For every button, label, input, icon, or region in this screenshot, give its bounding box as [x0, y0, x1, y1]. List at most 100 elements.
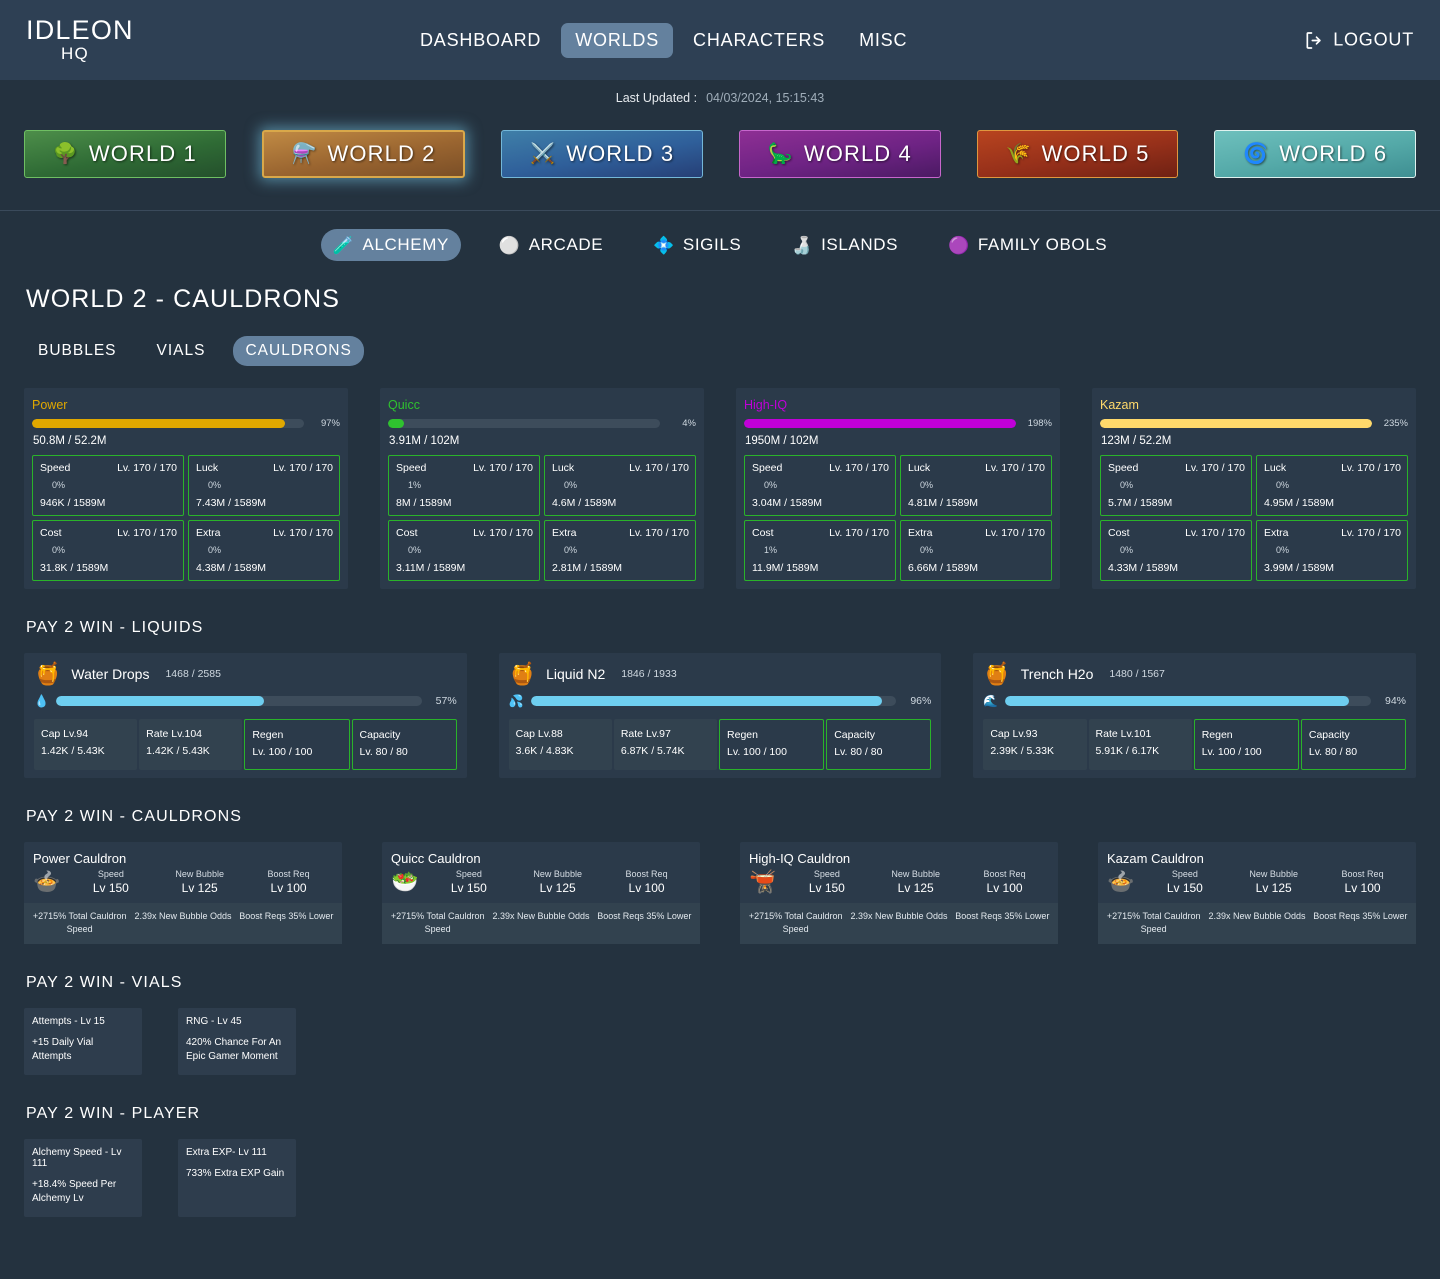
stat-box-luck[interactable]: Luck Lv. 170 / 170 0% 7.43M / 1589M — [188, 455, 340, 516]
liquid-card-liquid-n2[interactable]: 🍯 Liquid N2 1846 / 1933 💦 96% Cap Lv.88 … — [498, 653, 942, 778]
world-3-icon: ⚔️ — [530, 143, 557, 165]
stat-box-cost[interactable]: Cost Lv. 170 / 170 0% 3.11M / 1589M — [388, 520, 540, 581]
world-button-6[interactable]: 🌀 WORLD 6 — [1214, 130, 1417, 178]
liquid-stat-cap-lv-94[interactable]: Cap Lv.94 1.42K / 5.43K — [34, 719, 138, 770]
world-button-5[interactable]: 🌾 WORLD 5 — [976, 130, 1179, 178]
p2w-cauldron-card-kazam-cauldron[interactable]: Kazam Cauldron 🍲 Speed Lv 150 New Bubble… — [1098, 841, 1416, 944]
cauldron-card-quicc[interactable]: Quicc 4% 3.91M / 102M Speed Lv. 170 / 17… — [380, 388, 704, 589]
cauldron-stats: Speed Lv. 170 / 170 1% 8M / 1589M Luck L… — [388, 455, 696, 581]
liquid-stat-cap-lv-93[interactable]: Cap Lv.93 2.39K / 5.33K — [983, 719, 1087, 770]
cauldron-progress: 198% — [744, 418, 1052, 429]
p2w-cauldron-card-quicc-cauldron[interactable]: Quicc Cauldron 🥗 Speed Lv 150 New Bubble… — [382, 841, 700, 944]
liquid-stat-title: Rate Lv.97 — [620, 728, 671, 740]
liquid-stats: Cap Lv.88 3.6K / 4.83K Rate Lv.97 6.87K … — [508, 719, 932, 770]
nav-item-characters[interactable]: CHARACTERS — [679, 23, 839, 58]
stat-progress-percent: 0% — [1275, 480, 1289, 490]
brand-logo[interactable]: IDLEON HQ — [26, 16, 406, 63]
p2w-vial-card-1[interactable]: Attempts - Lv 15 +15 Daily Vial Attempts — [24, 1007, 142, 1075]
tab-vials[interactable]: VIALS — [145, 336, 218, 366]
cauldron-card-power[interactable]: Power 97% 50.8M / 52.2M Speed Lv. 170 / … — [24, 388, 348, 589]
stat-amount: 31.8K / 1589M — [40, 562, 109, 574]
p2w-cauldron-bonus: 2.39x New Bubble Odds — [1208, 910, 1306, 921]
cauldron-card-kazam[interactable]: Kazam 235% 123M / 52.2M Speed Lv. 170 / … — [1092, 388, 1416, 589]
stat-box-luck[interactable]: Luck Lv. 170 / 170 0% 4.6M / 1589M — [544, 455, 696, 516]
cauldron-pot-icon: 🍯 — [508, 661, 537, 686]
subnav-item-family-obols[interactable]: 🟣 FAMILY OBOLS — [936, 229, 1119, 261]
p2w-player-grid: Alchemy Speed - Lv 111 +18.4% Speed Per … — [0, 1138, 1440, 1217]
logout-label: LOGOUT — [1333, 29, 1414, 50]
tab-bubbles[interactable]: BUBBLES — [26, 336, 129, 366]
stat-box-luck[interactable]: Luck Lv. 170 / 170 0% 4.81M / 1589M — [900, 455, 1052, 516]
liquid-stat-rate-lv-104[interactable]: Rate Lv.104 1.42K / 5.43K — [139, 719, 243, 770]
tab-cauldrons[interactable]: CAULDRONS — [233, 336, 364, 366]
liquid-stat-capacity[interactable]: Capacity Lv. 80 / 80 — [826, 719, 932, 770]
stat-name: Extra — [196, 527, 221, 539]
p2w-vial-card-2[interactable]: RNG - Lv 45 420% Chance For An Epic Game… — [178, 1007, 296, 1075]
stat-box-cost[interactable]: Cost Lv. 170 / 170 0% 4.33M / 1589M — [1100, 520, 1252, 581]
world-button-3[interactable]: ⚔️ WORLD 3 — [501, 130, 704, 178]
cauldron-stats: Speed Lv. 170 / 170 0% 5.7M / 1589M Luck… — [1100, 455, 1408, 581]
p2w-cauldron-card-power-cauldron[interactable]: Power Cauldron 🍲 Speed Lv 150 New Bubble… — [24, 841, 342, 944]
liquid-stat-title: Cap Lv.93 — [990, 728, 1038, 740]
p2w-cauldron-col-key: Boost Req — [267, 868, 310, 879]
liquid-progress-track — [530, 696, 897, 706]
p2w-cauldron-col-key: Speed — [455, 868, 482, 879]
world-button-1[interactable]: 🌳 WORLD 1 — [24, 130, 226, 178]
subnav-item-arcade[interactable]: ⚪ ARCADE — [487, 229, 615, 261]
liquid-stat-rate-lv-101[interactable]: Rate Lv.101 5.91K / 6.17K — [1088, 719, 1192, 770]
liquid-card-water-drops[interactable]: 🍯 Water Drops 1468 / 2585 💧 57% Cap Lv.9… — [24, 653, 467, 778]
p2w-cauldron-col-value: Lv 100 — [270, 880, 307, 895]
stat-box-luck[interactable]: Luck Lv. 170 / 170 0% 4.95M / 1589M — [1256, 455, 1408, 516]
cauldron-card-high-iq[interactable]: High-IQ 198% 1950M / 102M Speed Lv. 170 … — [736, 388, 1060, 589]
stat-box-speed[interactable]: Speed Lv. 170 / 170 0% 946K / 1589M — [32, 455, 184, 516]
p2w-cauldron-card-high-iq-cauldron[interactable]: High-IQ Cauldron 🫕 Speed Lv 150 New Bubb… — [740, 841, 1058, 944]
stat-box-speed[interactable]: Speed Lv. 170 / 170 1% 8M / 1589M — [388, 455, 540, 516]
stat-level: Lv. 170 / 170 — [629, 527, 689, 539]
liquid-stat-rate-lv-97[interactable]: Rate Lv.97 6.87K / 5.74K — [613, 719, 718, 770]
world-5-label: WORLD 5 — [1041, 141, 1150, 166]
liquid-stat-regen[interactable]: Regen Lv. 100 / 100 — [1193, 719, 1299, 770]
liquid-stat-cap-lv-88[interactable]: Cap Lv.88 3.6K / 4.83K — [508, 719, 612, 770]
world-selector: 🌳 WORLD 1 ⚗️ WORLD 2 ⚔️ WORLD 3 🦕 WORLD … — [0, 116, 1440, 211]
stat-box-speed[interactable]: Speed Lv. 170 / 170 0% 3.04M / 1589M — [744, 455, 896, 516]
liquid-stat-capacity[interactable]: Capacity Lv. 80 / 80 — [351, 719, 457, 770]
stat-box-extra[interactable]: Extra Lv. 170 / 170 0% 4.38M / 1589M — [188, 520, 340, 581]
nav-item-misc[interactable]: MISC — [845, 23, 921, 58]
stat-box-extra[interactable]: Extra Lv. 170 / 170 0% 3.99M / 1589M — [1256, 520, 1408, 581]
p2w-player-card-2[interactable]: Extra EXP- Lv 111 733% Extra EXP Gain — [178, 1138, 296, 1217]
world-button-2[interactable]: ⚗️ WORLD 2 — [261, 130, 466, 178]
liquid-stat-capacity[interactable]: Capacity Lv. 80 / 80 — [1300, 719, 1407, 770]
subnav-item-alchemy[interactable]: 🧪 ALCHEMY — [320, 229, 461, 261]
brand-name: IDLEON — [26, 15, 134, 46]
cauldron-pot-icon: 🍲 — [1107, 868, 1135, 894]
p2w-player-title: Alchemy Speed - Lv 111 — [32, 1146, 122, 1169]
stat-box-cost[interactable]: Cost Lv. 170 / 170 0% 31.8K / 1589M — [32, 520, 184, 581]
nav-item-worlds[interactable]: WORLDS — [561, 22, 674, 58]
liquid-stat-regen[interactable]: Regen Lv. 100 / 100 — [244, 719, 350, 770]
liquid-name: Liquid N2 — [546, 666, 606, 682]
subnav-item-islands[interactable]: 🍶 ISLANDS — [779, 229, 910, 261]
logout-button[interactable]: LOGOUT — [1304, 30, 1414, 51]
subnav-label: SIGILS — [682, 235, 742, 254]
world-button-4[interactable]: 🦕 WORLD 4 — [739, 130, 941, 178]
stat-box-extra[interactable]: Extra Lv. 170 / 170 0% 2.81M / 1589M — [544, 520, 696, 581]
stat-box-cost[interactable]: Cost Lv. 170 / 170 1% 11.9M/ 1589M — [744, 520, 896, 581]
subnav-item-sigils[interactable]: 💠 SIGILS — [641, 229, 753, 261]
p2w-cauldron-col: Speed Lv 150 — [66, 869, 155, 895]
p2w-cauldron-col-key: Speed — [97, 868, 124, 879]
p2w-cauldron-bonus: +2715% Total Cauldron Speed — [748, 910, 843, 935]
cauldron-pot-icon: 🍯 — [34, 661, 62, 686]
nav-item-dashboard[interactable]: DASHBOARD — [406, 23, 555, 58]
stat-box-extra[interactable]: Extra Lv. 170 / 170 0% 6.66M / 1589M — [900, 520, 1052, 581]
cauldron-progress: 97% — [32, 418, 340, 429]
stat-amount: 2.81M / 1589M — [552, 562, 623, 574]
stat-box-speed[interactable]: Speed Lv. 170 / 170 0% 5.7M / 1589M — [1100, 455, 1252, 516]
liquid-stat-title: Capacity — [1308, 729, 1350, 741]
liquid-card-trench-h2o[interactable]: 🍯 Trench H2o 1480 / 1567 🌊 94% Cap Lv.93… — [973, 653, 1417, 778]
p2w-player-card-1[interactable]: Alchemy Speed - Lv 111 +18.4% Speed Per … — [24, 1138, 142, 1217]
liquid-count: 1468 / 2585 — [165, 668, 221, 680]
world-4-label: WORLD 4 — [803, 141, 912, 166]
p2w-vial-title: RNG - Lv 45 — [186, 1015, 242, 1027]
p2w-cauldron-bonus: 2.39x New Bubble Odds — [850, 910, 948, 921]
liquid-stat-regen[interactable]: Regen Lv. 100 / 100 — [719, 719, 825, 770]
